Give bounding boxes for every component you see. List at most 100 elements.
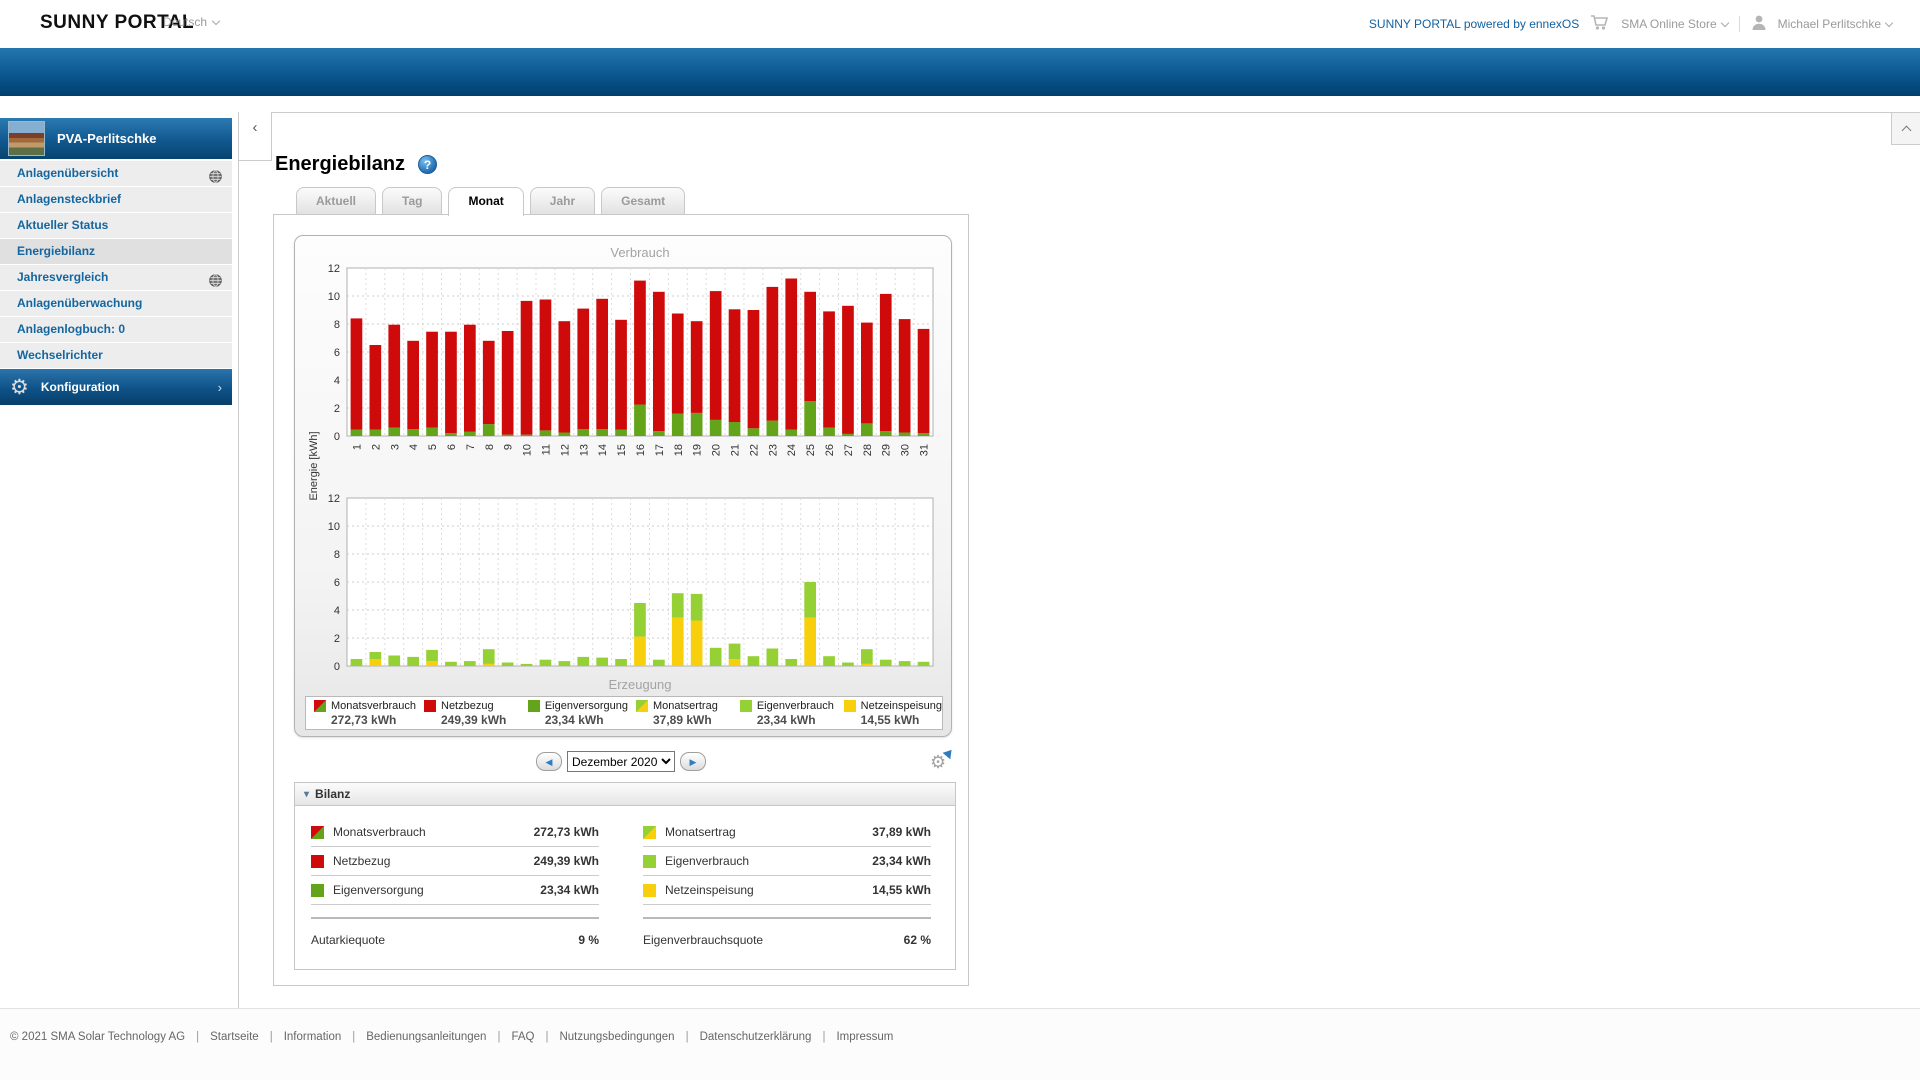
footer-link-information[interactable]: Information [284, 1031, 342, 1043]
bilanz-body: Monatsverbrauch272,73 kWhNetzbezug249,39… [295, 806, 955, 954]
chevron-down-icon [212, 16, 220, 24]
color-swatch [643, 826, 656, 839]
sidebar-item-jahresvergleich[interactable]: Jahresvergleich [0, 265, 232, 290]
user-menu[interactable]: Michael Perlitschke [1778, 17, 1892, 31]
svg-text:18: 18 [673, 444, 685, 456]
language-label: Deutsch [163, 15, 207, 29]
bilanz-separator [311, 917, 599, 919]
cart-icon [1590, 14, 1610, 34]
sidebar-item-label: Energiebilanz [17, 244, 95, 258]
tab-aktuell[interactable]: Aktuell [296, 187, 376, 214]
svg-text:23: 23 [767, 444, 779, 456]
sidebar-item-aktueller-status[interactable]: Aktueller Status [0, 213, 232, 238]
svg-text:6: 6 [334, 347, 340, 359]
footer-link-startseite[interactable]: Startseite [210, 1031, 259, 1043]
footer-separator: | [352, 1031, 355, 1043]
bilanz-header[interactable]: ▾ Bilanz [295, 783, 955, 806]
bilanz-quote-label: Autarkiequote [311, 933, 385, 947]
legend-entry: Eigenverbrauch23,34 kWh [732, 700, 836, 727]
footer-link-bedienungsanleitungen[interactable]: Bedienungsanleitungen [366, 1031, 486, 1043]
bilanz-right-column: Monatsertrag37,89 kWhEigenverbrauch23,34… [643, 818, 931, 954]
chevron-up-icon [1901, 126, 1911, 136]
svg-text:4: 4 [334, 375, 340, 387]
svg-text:8: 8 [334, 319, 340, 331]
legend-label: Netzeinspeisung [861, 700, 942, 712]
svg-text:6: 6 [446, 444, 458, 450]
tab-gesamt[interactable]: Gesamt [601, 187, 685, 214]
svg-text:20: 20 [711, 444, 723, 456]
sidebar-item-wechselrichter[interactable]: Wechselrichter [0, 343, 232, 368]
svg-text:3: 3 [389, 444, 401, 450]
chart-legend: Monatsverbrauch272,73 kWhNetzbezug249,39… [305, 696, 943, 730]
collapse-sidebar-button[interactable]: ‹ [238, 112, 272, 161]
top-header: SUNNY PORTAL Deutsch SUNNY PORTAL powere… [0, 0, 1920, 48]
user-icon [1751, 14, 1767, 34]
language-select[interactable]: Deutsch [163, 15, 219, 29]
page: SUNNY PORTAL Deutsch SUNNY PORTAL powere… [0, 0, 1920, 1080]
svg-text:10: 10 [328, 291, 340, 303]
export-settings-icon[interactable]: ⚙ [930, 751, 952, 773]
online-store-link[interactable]: SMA Online Store [1621, 17, 1727, 31]
legend-entry: Netzeinspeisung14,55 kWh [836, 700, 942, 727]
page-title-row: Energiebilanz ? [275, 153, 437, 176]
color-swatch [311, 884, 324, 897]
tab-monat[interactable]: Monat [448, 187, 523, 216]
footer-link-nutzungsbedingungen[interactable]: Nutzungsbedingungen [559, 1031, 674, 1043]
color-swatch [643, 884, 656, 897]
svg-text:29: 29 [881, 444, 893, 456]
svg-text:16: 16 [635, 444, 647, 456]
sidebar-item-anlagen-bersicht[interactable]: Anlagenübersicht [0, 161, 232, 186]
svg-text:22: 22 [748, 444, 760, 456]
bilanz-separator [643, 917, 931, 919]
sidebar-item-anlagensteckbrief[interactable]: Anlagensteckbrief [0, 187, 232, 212]
footer-separator: | [196, 1031, 199, 1043]
powered-by-link[interactable]: SUNNY PORTAL powered by ennexOS [1369, 17, 1579, 31]
svg-text:30: 30 [900, 444, 912, 456]
footer-link-impressum[interactable]: Impressum [836, 1031, 893, 1043]
erzeugung-chart: 024681012Erzeugung [301, 492, 947, 701]
legend-value: 272,73 kWh [331, 713, 416, 727]
header-divider [1739, 16, 1740, 32]
legend-label: Netzbezug [441, 700, 494, 712]
sidebar-item-label: Anlagenüberwachung [17, 296, 142, 310]
bilanz-quote-row: Autarkiequote9 % [311, 925, 599, 954]
footer-copyright: © 2021 SMA Solar Technology AG [10, 1031, 185, 1043]
tab-bar: AktuellTagMonat JahrGesamt [296, 187, 685, 215]
legend-entry-top: Monatsertrag [636, 700, 732, 712]
legend-entry: Eigenversorgung23,34 kWh [520, 700, 628, 727]
svg-text:11: 11 [541, 444, 553, 455]
svg-text:2: 2 [334, 633, 340, 645]
svg-text:1: 1 [352, 444, 364, 450]
svg-text:17: 17 [654, 444, 666, 456]
sidebar-item-energiebilanz[interactable]: Energiebilanz [0, 239, 232, 264]
svg-text:19: 19 [692, 444, 704, 456]
tab-jahr[interactable]: Jahr [530, 187, 595, 214]
footer-link-datenschutzerkl-rung[interactable]: Datenschutzerklärung [700, 1031, 812, 1043]
svg-text:4: 4 [408, 444, 420, 450]
svg-text:28: 28 [862, 444, 874, 456]
scroll-top-button[interactable] [1891, 112, 1920, 145]
next-month-button[interactable]: ▶ [680, 752, 706, 771]
plant-header[interactable]: PVA-Perlitschke [0, 118, 232, 159]
tab-tag[interactable]: Tag [382, 187, 442, 214]
color-swatch [844, 700, 856, 712]
svg-text:27: 27 [843, 444, 855, 456]
svg-text:5: 5 [427, 444, 439, 450]
color-swatch [424, 700, 436, 712]
sidebar-item-anlagenlogbuch-0[interactable]: Anlagenlogbuch: 0 [0, 317, 232, 342]
bilanz-row: Netzbezug249,39 kWh [311, 847, 599, 876]
sidebar-item-konfiguration[interactable]: ⚙ Konfiguration › [0, 369, 232, 405]
sidebar-item-anlagen-berwachung[interactable]: Anlagenüberwachung [0, 291, 232, 316]
color-swatch [314, 700, 326, 712]
legend-label: Eigenversorgung [545, 700, 628, 712]
prev-month-button[interactable]: ◀ [536, 752, 562, 771]
footer-link-faq[interactable]: FAQ [511, 1031, 534, 1043]
bilanz-row-label: Netzbezug [333, 854, 390, 868]
legend-value: 14,55 kWh [861, 713, 942, 727]
svg-text:12: 12 [559, 444, 571, 456]
help-icon[interactable]: ? [418, 155, 437, 174]
charts: Energie [kWh] 024681012Verbrauch12345678… [301, 242, 947, 692]
svg-text:14: 14 [597, 444, 609, 456]
month-select[interactable]: Dezember 2020 [567, 751, 675, 772]
footer-separator: | [270, 1031, 273, 1043]
